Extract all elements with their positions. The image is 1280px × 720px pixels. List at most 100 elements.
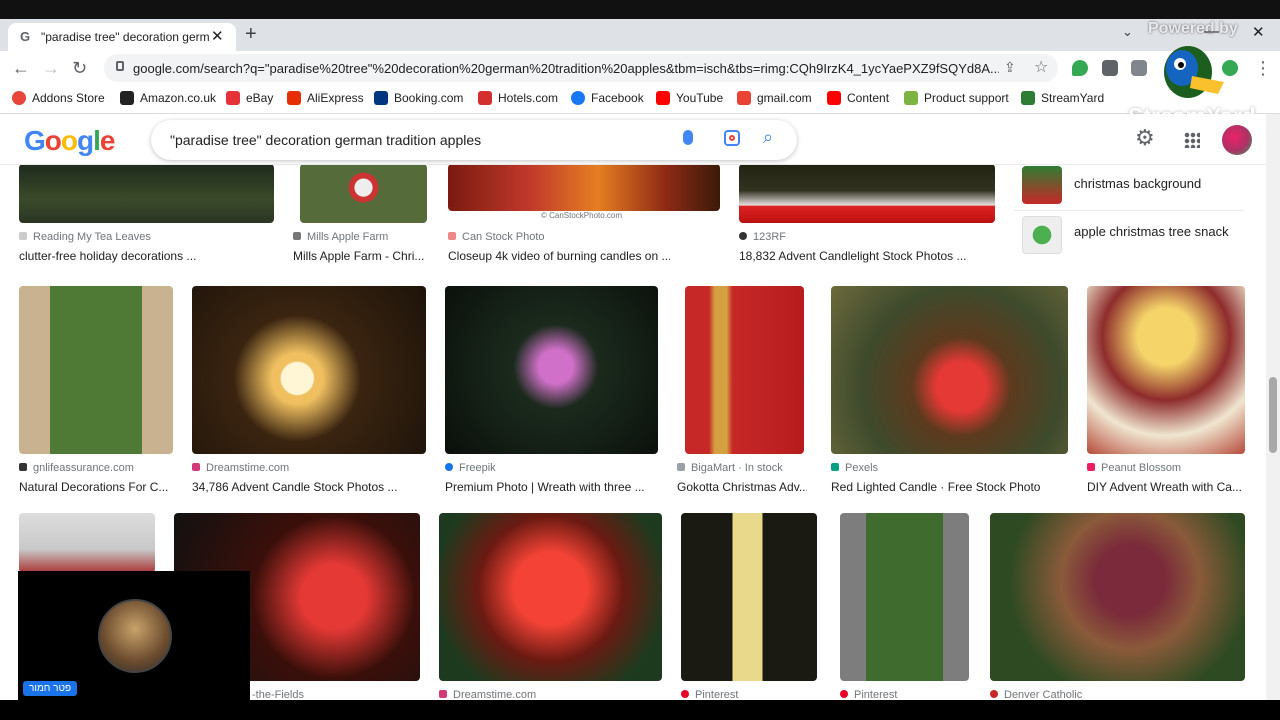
youtube-icon — [656, 91, 670, 105]
bookmark-hotels[interactable]: Hotels.com — [478, 91, 558, 105]
result-image[interactable] — [192, 286, 426, 454]
back-icon[interactable]: ← — [12, 58, 30, 79]
google-apps-icon[interactable] — [1184, 132, 1200, 148]
logo-letter: e — [99, 125, 116, 156]
result-caption[interactable]: Gokotta Christmas Adv... — [677, 480, 807, 494]
result-source[interactable]: Peanut Blossom — [1087, 462, 1245, 474]
bookmark-facebook[interactable]: Facebook — [571, 91, 644, 105]
result-image[interactable] — [19, 164, 274, 223]
related-search-label: apple christmas tree snack — [1074, 224, 1229, 239]
source-label: Can Stock Photo — [462, 231, 545, 243]
search-query[interactable]: "paradise tree" decoration german tradit… — [170, 132, 481, 148]
result-image[interactable] — [685, 286, 804, 454]
result-image[interactable] — [19, 513, 155, 573]
share-icon[interactable]: ⇪ — [1004, 59, 1016, 76]
result-image[interactable] — [448, 164, 720, 211]
image-watermark: © CanStockPhoto.com — [541, 211, 623, 220]
product-support-icon — [904, 91, 918, 105]
result-image[interactable] — [19, 286, 173, 454]
bookmark-booking[interactable]: Booking.com — [374, 91, 463, 105]
result-image[interactable] — [300, 164, 427, 223]
result-image[interactable] — [1087, 286, 1245, 454]
related-search-item[interactable]: apple christmas tree snack — [1014, 214, 1244, 260]
window-close-icon[interactable]: ✕ — [1252, 23, 1265, 41]
result-source[interactable]: Dreamstime.com — [192, 462, 426, 474]
result-caption[interactable]: Natural Decorations For C... — [19, 480, 173, 494]
result-source[interactable]: Mills Apple Farm — [293, 231, 433, 243]
result-source[interactable]: Can Stock Photo — [448, 231, 720, 243]
site-favicon-icon — [448, 232, 456, 240]
bookmark-aliexpress[interactable]: AliExpress — [287, 91, 364, 105]
related-thumbnail — [1022, 166, 1062, 204]
result-source[interactable]: Reading My Tea Leaves — [19, 231, 279, 243]
result-source[interactable]: gnlifeassurance.com — [19, 462, 179, 474]
new-tab-icon[interactable]: + — [245, 23, 257, 46]
result-caption[interactable]: Premium Photo | Wreath with three ... — [445, 480, 658, 494]
forward-icon[interactable]: → — [42, 58, 60, 79]
participant-name: פטר חמור — [23, 681, 78, 696]
google-logo[interactable]: Google — [24, 125, 116, 157]
reload-icon[interactable]: ↻ — [72, 58, 87, 79]
tab-search-chevron-icon[interactable]: ⌄ — [1122, 24, 1133, 40]
hotels-icon — [478, 91, 492, 105]
account-avatar[interactable] — [1222, 125, 1252, 155]
scrollbar-thumb[interactable] — [1269, 377, 1277, 453]
google-header: Google "paradise tree" decoration german… — [0, 114, 1266, 165]
tab-active[interactable]: G "paradise tree" decoration germ ✕ — [8, 23, 236, 51]
related-thumbnail — [1022, 216, 1062, 254]
result-caption[interactable]: 34,786 Advent Candle Stock Photos ... — [192, 480, 426, 494]
result-source[interactable]: 123RF — [739, 231, 995, 243]
bookmark-label: Product support — [924, 91, 1009, 105]
bookmark-content[interactable]: Content — [827, 91, 889, 105]
microphone-icon[interactable] — [683, 130, 693, 145]
result-image[interactable] — [739, 164, 995, 223]
bookmark-label: Booking.com — [394, 91, 464, 105]
bookmark-gmail[interactable]: gmail.com — [737, 91, 812, 105]
related-search-label: christmas background — [1074, 176, 1202, 191]
result-image[interactable] — [990, 513, 1245, 681]
puzzle-extension-icon[interactable] — [1102, 60, 1118, 76]
site-favicon-icon — [831, 463, 839, 471]
result-image[interactable] — [439, 513, 662, 681]
bookmark-addons-store[interactable]: Addons Store — [12, 91, 105, 105]
source-label: gnlifeassurance.com — [33, 462, 134, 474]
source-label: 123RF — [753, 231, 787, 243]
search-box[interactable]: "paradise tree" decoration german tradit… — [151, 120, 797, 160]
bookmark-star-icon[interactable]: ☆ — [1034, 57, 1048, 77]
bookmark-label: Addons Store — [32, 91, 105, 105]
settings-gear-icon[interactable]: ⚙ — [1135, 125, 1155, 151]
menu-kebab-icon[interactable]: ⋮ — [1254, 58, 1272, 79]
page-scrollbar[interactable] — [1266, 114, 1280, 700]
result-image[interactable] — [831, 286, 1068, 454]
minimize-icon[interactable]: — — [1204, 23, 1219, 40]
shield-extension-icon[interactable] — [1072, 60, 1088, 76]
result-source[interactable]: Pexels — [831, 462, 1068, 474]
result-caption[interactable]: Closeup 4k video of burning candles on .… — [448, 249, 670, 263]
logo-letter: l — [93, 125, 101, 156]
reading-list-icon[interactable] — [1131, 60, 1147, 76]
search-icon[interactable]: ⌕ — [763, 127, 773, 148]
result-caption[interactable]: DIY Advent Wreath with Ca... — [1087, 480, 1245, 494]
result-caption[interactable]: clutter-free holiday decorations ... — [19, 249, 279, 263]
url-text: google.com/search?q="paradise%20tree"%20… — [133, 61, 999, 76]
result-caption[interactable]: Mills Apple Farm - Chri... — [293, 249, 428, 263]
related-searches: christmas background apple christmas tre… — [1014, 164, 1244, 266]
bookmark-streamyard[interactable]: StreamYard — [1021, 91, 1104, 105]
bookmark-youtube[interactable]: YouTube — [656, 91, 723, 105]
bookmark-ebay[interactable]: eBay — [226, 91, 273, 105]
result-caption[interactable]: Red Lighted Candle · Free Stock Photo — [831, 480, 1068, 494]
related-search-item[interactable]: christmas background — [1014, 164, 1244, 211]
pinterest-icon — [840, 690, 848, 698]
result-image[interactable] — [840, 513, 969, 681]
tab-close-icon[interactable]: ✕ — [211, 27, 224, 45]
address-bar[interactable]: google.com/search?q="paradise%20tree"%20… — [104, 54, 1058, 82]
tab-strip: G "paradise tree" decoration germ ✕ — [0, 19, 1280, 51]
result-source[interactable]: Freepik — [445, 462, 658, 474]
result-source[interactable]: BigaMart · In stock — [677, 462, 807, 474]
bookmark-product-support[interactable]: Product support — [904, 91, 1009, 105]
google-lens-icon[interactable] — [724, 130, 740, 146]
result-caption[interactable]: 18,832 Advent Candlelight Stock Photos .… — [739, 249, 995, 263]
result-image[interactable] — [681, 513, 817, 681]
result-image[interactable] — [445, 286, 658, 454]
bookmark-amazon[interactable]: Amazon.co.uk — [120, 91, 216, 105]
